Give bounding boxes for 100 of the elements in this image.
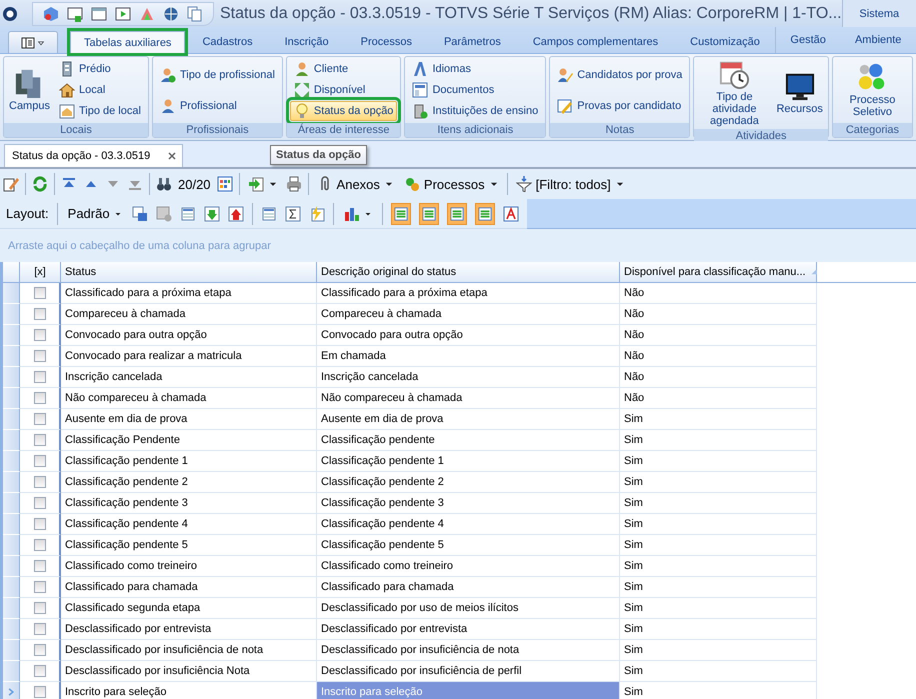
ribbon-button[interactable]: Disponível xyxy=(290,80,398,100)
ribbon-tab[interactable]: Inscrição xyxy=(270,31,344,53)
checkbox[interactable] xyxy=(34,434,46,446)
view-toggle-button[interactable] xyxy=(474,202,495,224)
current-row-icon xyxy=(6,687,16,697)
processes-button[interactable]: Processos xyxy=(402,176,501,192)
table-cell: Desclassificado por insuficiência Nota xyxy=(61,661,317,682)
checkbox[interactable] xyxy=(34,287,46,299)
checkbox[interactable] xyxy=(34,602,46,614)
ribbon-button[interactable]: Tipo de profissional xyxy=(156,64,279,84)
row-indicator[interactable] xyxy=(3,283,20,304)
ribbon-button[interactable]: Tipo de atividade agendada xyxy=(697,59,772,128)
system-label: Sistema xyxy=(842,0,916,27)
row-indicator[interactable] xyxy=(3,409,20,430)
cube-icon xyxy=(43,6,59,22)
checkbox[interactable] xyxy=(34,371,46,383)
close-icon xyxy=(166,150,178,162)
ribbon-button[interactable]: Cliente xyxy=(290,59,398,80)
checkbox[interactable] xyxy=(34,539,46,551)
checkbox[interactable] xyxy=(34,686,46,698)
checkbox[interactable] xyxy=(34,560,46,572)
checkbox[interactable] xyxy=(34,392,46,404)
table-cell: Desclassificado por entrevista xyxy=(61,619,317,640)
checkbox[interactable] xyxy=(34,581,46,593)
column-header[interactable]: Status xyxy=(61,262,317,283)
table-cell: Não xyxy=(620,325,817,346)
row-indicator[interactable] xyxy=(3,640,20,661)
view-toggle-button[interactable] xyxy=(418,202,439,224)
row-indicator[interactable] xyxy=(3,451,20,472)
ribbon-button[interactable]: Idiomas xyxy=(408,59,542,80)
checkbox[interactable] xyxy=(34,455,46,467)
ribbon-tab[interactable]: Ambiente xyxy=(848,29,908,51)
ribbon-tab[interactable]: Gestão xyxy=(784,29,832,51)
row-indicator[interactable] xyxy=(3,577,20,598)
row-indicator[interactable] xyxy=(3,346,20,367)
checkbox[interactable] xyxy=(34,308,46,320)
document-tab[interactable]: Status da opção - 03.3.0519 xyxy=(4,144,184,167)
edit-icon xyxy=(3,176,19,192)
row-indicator[interactable] xyxy=(3,304,20,325)
row-indicator[interactable] xyxy=(3,388,20,409)
checkbox[interactable] xyxy=(34,413,46,425)
ribbon-button[interactable]: Prédio xyxy=(54,59,145,80)
calendar-grid-icon xyxy=(216,176,233,192)
checkbox[interactable] xyxy=(34,350,46,362)
column-header[interactable]: Descrição original do status xyxy=(317,262,620,283)
row-indicator[interactable] xyxy=(3,598,20,619)
ribbon-button[interactable]: Provas por candidato xyxy=(553,96,686,116)
application-menu-button[interactable] xyxy=(8,31,58,53)
person-icon xyxy=(294,61,310,78)
ribbon-button[interactable]: Profissional xyxy=(156,96,279,116)
layout-dropdown[interactable]: Padrão xyxy=(66,206,124,221)
row-indicator[interactable] xyxy=(3,661,20,682)
ribbon-button[interactable]: Campus xyxy=(7,59,52,121)
filter-button[interactable]: [Filtro: todos] xyxy=(514,176,627,192)
column-header[interactable]: [x] xyxy=(20,262,61,283)
window-icon xyxy=(91,6,107,22)
ribbon-button[interactable]: Recursos xyxy=(774,59,825,128)
ribbon-button[interactable]: Local xyxy=(54,80,145,100)
grid-icon xyxy=(422,206,436,220)
row-indicator[interactable] xyxy=(3,619,20,640)
table-cell: Convocado para realizar a matricula xyxy=(61,346,317,367)
checkbox[interactable] xyxy=(34,518,46,530)
ribbon-tab[interactable]: Customização xyxy=(675,31,775,53)
checkbox[interactable] xyxy=(34,497,46,509)
row-indicator[interactable] xyxy=(3,556,20,577)
import-layout-icon xyxy=(204,206,220,222)
row-indicator[interactable] xyxy=(3,682,20,699)
ribbon-button[interactable]: Documentos xyxy=(408,80,542,100)
row-indicator[interactable] xyxy=(3,430,20,451)
view-toggle-button[interactable] xyxy=(446,202,467,224)
group-label: Áreas de interesse xyxy=(286,123,400,137)
table-cell: Desclassificado por uso de meios ilícitos xyxy=(317,598,620,619)
attachments-button[interactable]: Anexos xyxy=(314,176,396,192)
ribbon-button[interactable]: Candidatos por prova xyxy=(553,64,686,84)
checkbox[interactable] xyxy=(34,623,46,635)
row-indicator[interactable] xyxy=(3,535,20,556)
group-label: Categorias xyxy=(832,123,912,137)
row-indicator[interactable] xyxy=(3,514,20,535)
view-toggle-button[interactable] xyxy=(390,202,411,224)
table-cell: Sim xyxy=(620,682,817,699)
row-indicator[interactable] xyxy=(3,367,20,388)
checkbox[interactable] xyxy=(34,476,46,488)
ribbon-tab[interactable]: Tabelas auxiliares xyxy=(70,31,186,53)
table-cell: Em chamada xyxy=(317,346,620,367)
ribbon-tab[interactable]: Processos xyxy=(346,31,427,53)
row-indicator[interactable] xyxy=(3,325,20,346)
ribbon-tab[interactable]: Parâmetros xyxy=(428,31,516,53)
ribbon-button[interactable]: Processo Seletivo xyxy=(836,59,909,121)
ribbon-button[interactable]: Tipo de local xyxy=(54,100,145,121)
ribbon-tab[interactable]: Cadastros xyxy=(187,31,268,53)
table-cell: Não xyxy=(620,304,817,325)
ribbon-button[interactable]: Instituições de ensino xyxy=(408,100,542,121)
column-header[interactable]: Disponível para classificação manu... xyxy=(620,262,817,283)
row-indicator[interactable] xyxy=(3,493,20,514)
ribbon-tab[interactable]: Campos complementares xyxy=(518,31,674,53)
checkbox[interactable] xyxy=(34,665,46,677)
table-cell: Sim xyxy=(620,598,817,619)
checkbox[interactable] xyxy=(34,329,46,341)
row-indicator[interactable] xyxy=(3,472,20,493)
checkbox[interactable] xyxy=(34,644,46,656)
